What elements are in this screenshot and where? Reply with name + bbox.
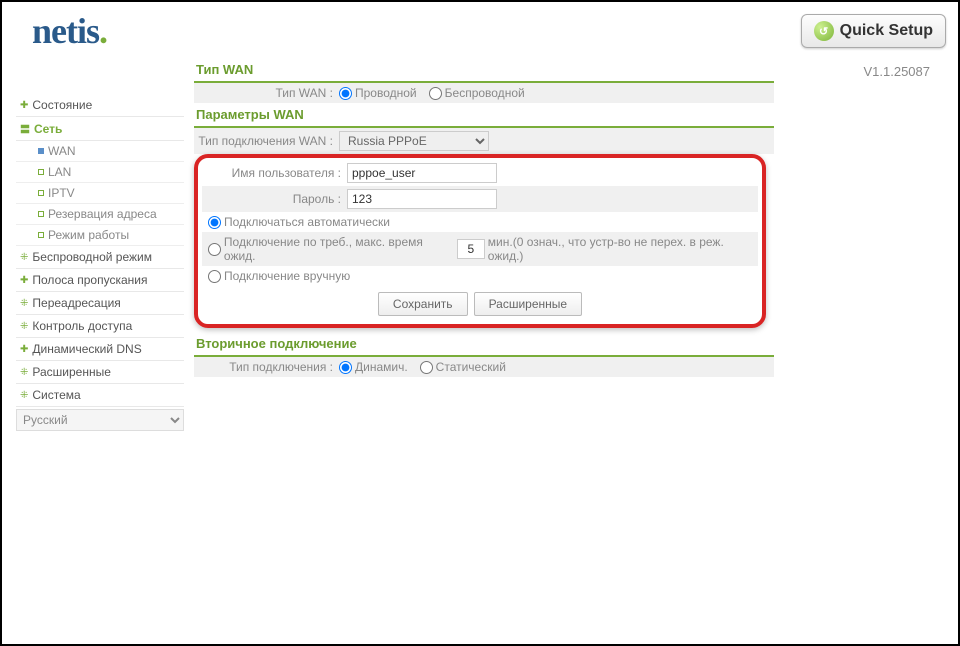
save-button[interactable]: Сохранить xyxy=(378,292,468,316)
wan-type-wired[interactable]: Проводной xyxy=(339,86,417,100)
section-wan-type-title: Тип WAN xyxy=(194,58,774,83)
password-input[interactable] xyxy=(347,189,497,209)
quick-setup-label: Quick Setup xyxy=(840,22,933,40)
sidebar-sub-mode[interactable]: Режим работы xyxy=(16,225,184,246)
conn-ondemand[interactable]: Подключение по треб., макс. время ожид. … xyxy=(208,235,758,263)
logo: netis. xyxy=(32,10,107,52)
section-secondary-title: Вторичное подключение xyxy=(194,332,774,357)
username-label: Имя пользователя : xyxy=(202,166,347,180)
plus-icon: ⁜ xyxy=(20,321,28,332)
plus-icon: ⁜ xyxy=(20,298,28,309)
minus-icon: 〓 xyxy=(20,121,30,136)
sidebar-item-advanced[interactable]: ⁜Расширенные xyxy=(16,361,184,384)
username-input[interactable] xyxy=(347,163,497,183)
conn-manual-radio[interactable] xyxy=(208,270,221,283)
sidebar-item-access[interactable]: ⁜Контроль доступа xyxy=(16,315,184,338)
wan-type-wired-radio[interactable] xyxy=(339,87,352,100)
conn-auto-radio[interactable] xyxy=(208,216,221,229)
secondary-label: Тип подключения : xyxy=(194,360,339,374)
bullet-icon xyxy=(38,148,44,154)
plus-icon: ⁜ xyxy=(20,390,28,401)
conn-type-label: Тип подключения WAN : xyxy=(194,134,339,148)
secondary-static-radio[interactable] xyxy=(420,361,433,374)
sidebar-item-network[interactable]: 〓Сеть xyxy=(16,117,184,141)
highlighted-area: Имя пользователя : Пароль : Подключаться… xyxy=(194,154,766,328)
sidebar-item-wireless[interactable]: ⁜Беспроводной режим xyxy=(16,246,184,269)
bullet-icon xyxy=(38,211,44,217)
wan-type-wireless[interactable]: Беспроводной xyxy=(429,86,525,100)
section-wan-params-title: Параметры WAN xyxy=(194,103,774,128)
conn-type-select[interactable]: Russia PPPoE xyxy=(339,131,489,151)
conn-ondemand-radio[interactable] xyxy=(208,243,221,256)
plus-icon: ⁜ xyxy=(20,252,28,263)
plus-icon: ⁜ xyxy=(20,367,28,378)
password-label: Пароль : xyxy=(202,192,347,206)
sidebar-item-system[interactable]: ⁜Система xyxy=(16,384,184,407)
plus-icon: ✚ xyxy=(20,344,28,355)
sidebar-item-bandwidth[interactable]: ✚Полоса пропускания xyxy=(16,269,184,292)
advanced-button[interactable]: Расширенные xyxy=(474,292,583,316)
wan-type-label: Тип WAN : xyxy=(194,86,339,100)
secondary-dynamic-radio[interactable] xyxy=(339,361,352,374)
conn-auto[interactable]: Подключаться автоматически xyxy=(208,215,390,229)
plus-icon: ✚ xyxy=(20,100,28,111)
refresh-icon: ↺ xyxy=(814,21,834,41)
plus-icon: ✚ xyxy=(20,275,28,286)
secondary-dynamic[interactable]: Динамич. xyxy=(339,360,408,374)
sidebar-sub-reservation[interactable]: Резервация адреса xyxy=(16,204,184,225)
conn-manual[interactable]: Подключение вручную xyxy=(208,269,350,283)
bullet-icon xyxy=(38,232,44,238)
sidebar-item-forwarding[interactable]: ⁜Переадресация xyxy=(16,292,184,315)
version-label: V1.1.25087 xyxy=(863,64,930,79)
sidebar-item-ddns[interactable]: ✚Динамический DNS xyxy=(16,338,184,361)
bullet-icon xyxy=(38,190,44,196)
sidebar-item-status[interactable]: ✚Состояние xyxy=(16,94,184,117)
sidebar-sub-wan[interactable]: WAN xyxy=(16,141,184,162)
secondary-static[interactable]: Статический xyxy=(420,360,506,374)
bullet-icon xyxy=(38,169,44,175)
sidebar: ✚Состояние 〓Сеть WAN LAN IPTV Резервация… xyxy=(10,54,190,437)
sidebar-sub-iptv[interactable]: IPTV xyxy=(16,183,184,204)
language-select[interactable]: Русский xyxy=(16,409,184,431)
wan-type-wireless-radio[interactable] xyxy=(429,87,442,100)
sidebar-sub-lan[interactable]: LAN xyxy=(16,162,184,183)
idle-time-input[interactable] xyxy=(457,239,485,259)
quick-setup-button[interactable]: ↺ Quick Setup xyxy=(801,14,946,48)
